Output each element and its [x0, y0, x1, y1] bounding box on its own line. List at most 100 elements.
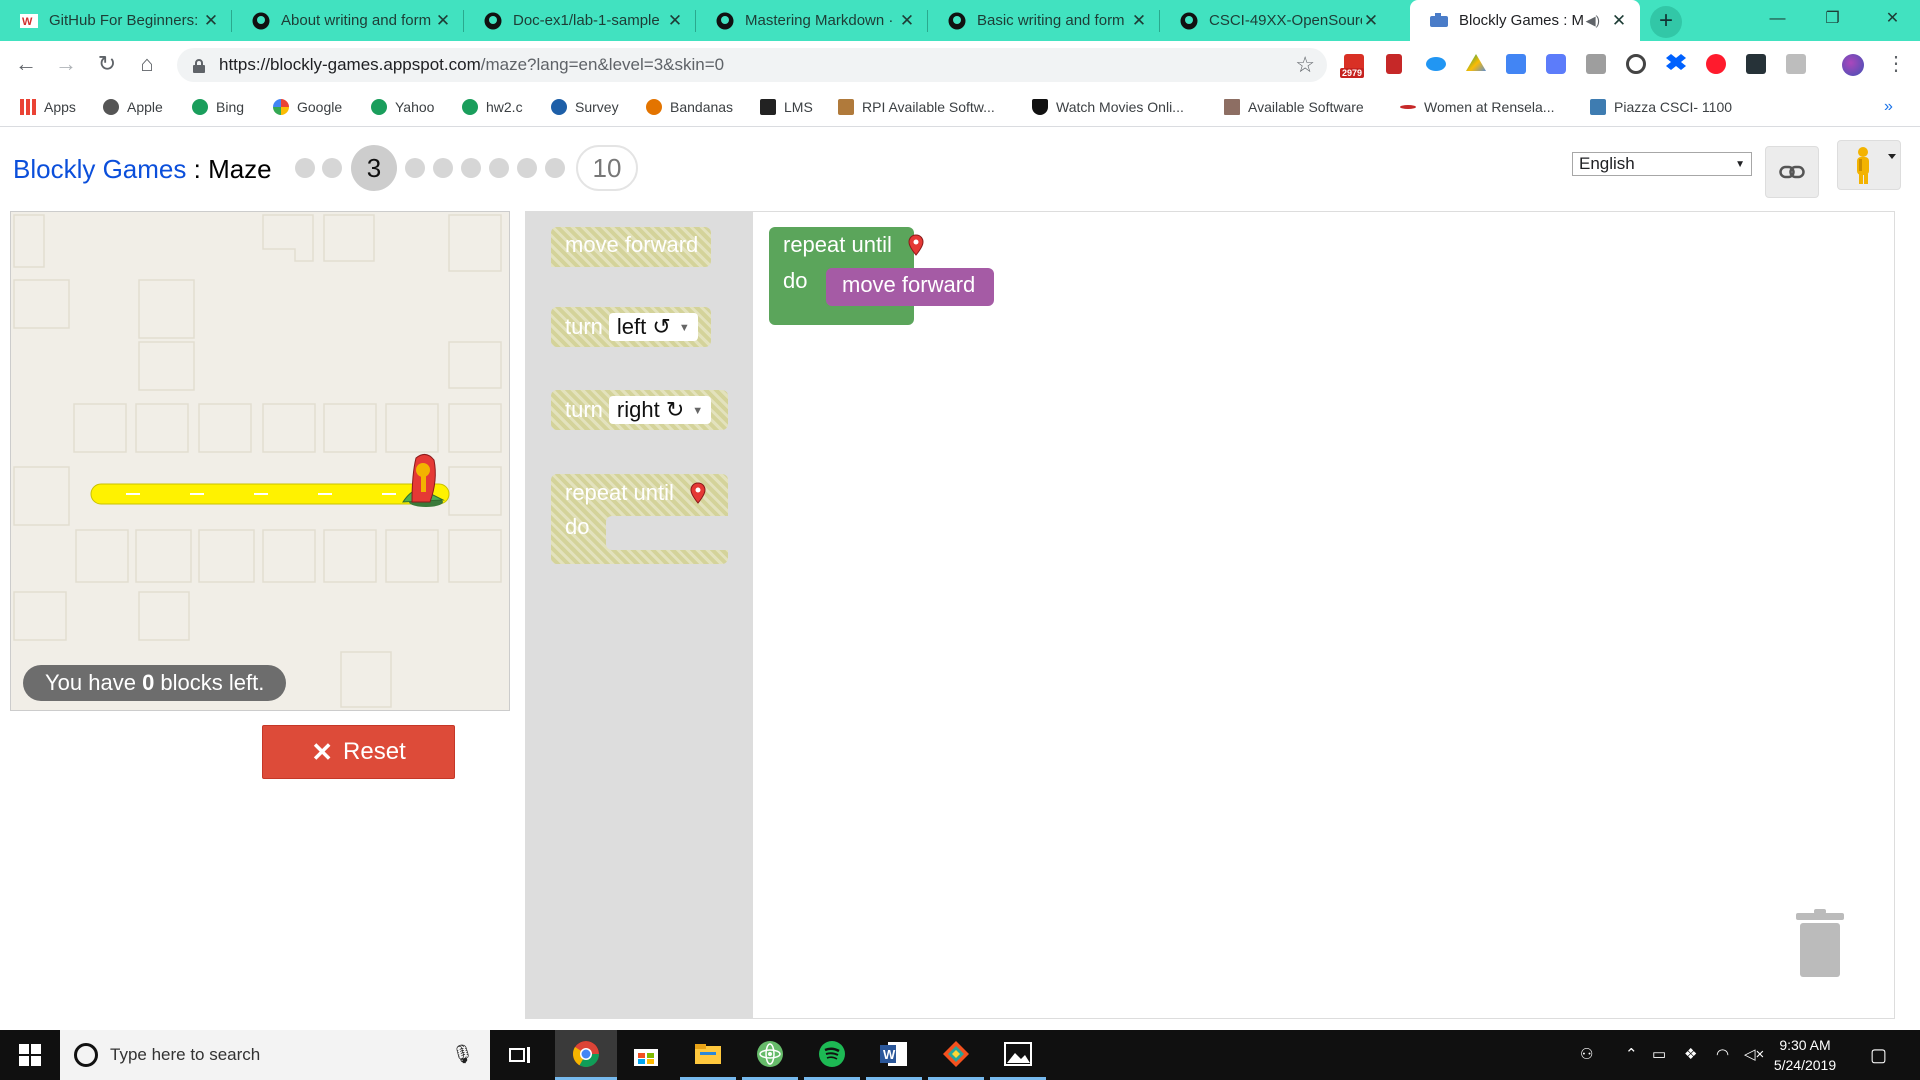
- language-select[interactable]: English ▼: [1572, 152, 1752, 176]
- task-view-icon[interactable]: [492, 1030, 548, 1080]
- windows-start-button[interactable]: [0, 1030, 60, 1080]
- speaker-icon[interactable]: ◀): [1586, 13, 1600, 29]
- level-1-dot[interactable]: [295, 158, 315, 178]
- chrome-taskbar-icon[interactable]: [555, 1030, 617, 1080]
- dropbox-icon[interactable]: [1666, 54, 1686, 70]
- trash-can-icon[interactable]: [1796, 909, 1844, 979]
- blockly-games-link[interactable]: Blockly Games: [13, 154, 186, 184]
- bookmark-survey[interactable]: Survey: [551, 96, 619, 118]
- drive-icon[interactable]: [1466, 54, 1486, 71]
- level-9-dot[interactable]: [545, 158, 565, 178]
- profile-avatar[interactable]: [1842, 54, 1864, 76]
- pegman-skin-button[interactable]: [1837, 140, 1901, 190]
- bookmark-label: Google: [297, 99, 343, 115]
- opera-icon[interactable]: [1706, 54, 1726, 74]
- close-window-icon[interactable]: ✕: [1865, 0, 1920, 41]
- reload-icon[interactable]: ↻: [93, 51, 121, 79]
- cloud-icon[interactable]: [1426, 57, 1446, 71]
- bookmark-google[interactable]: Google: [273, 96, 342, 118]
- gitkraken-icon[interactable]: [928, 1030, 984, 1080]
- photos-icon[interactable]: [990, 1030, 1046, 1080]
- bookmark-ext-icon[interactable]: [1386, 54, 1402, 74]
- taskbar-search-box[interactable]: Type here to search 🎙: [60, 1030, 490, 1080]
- store-icon[interactable]: [618, 1030, 674, 1080]
- toolbox-repeat-until-block[interactable]: repeat until do: [551, 474, 728, 564]
- bookmark-yahoo[interactable]: Yahoo: [371, 96, 434, 118]
- tab-about-writing[interactable]: About writing and form ✕: [232, 0, 464, 41]
- tab-title: GitHub For Beginners:: [49, 12, 199, 29]
- reset-button[interactable]: ✕ Reset: [262, 725, 455, 779]
- bookmark-star-icon[interactable]: ☆: [1295, 52, 1315, 78]
- puzzle-icon[interactable]: [1586, 54, 1606, 74]
- bookmark-available-software[interactable]: Available Software: [1224, 96, 1364, 118]
- word-icon[interactable]: W: [866, 1030, 922, 1080]
- tab-mastering-markdown[interactable]: Mastering Markdown · ✕: [696, 0, 928, 41]
- close-tab-icon[interactable]: ✕: [1130, 11, 1148, 31]
- bookmark-lms[interactable]: LMS: [760, 96, 813, 118]
- toolbox-turn-left-block[interactable]: turn left ↺ ▼: [551, 307, 711, 347]
- restore-icon[interactable]: ❐: [1805, 0, 1860, 41]
- survey-icon: [551, 99, 567, 115]
- blockly-workspace[interactable]: move forward turn left ↺ ▼ turn right ↻ ▼ re…: [525, 211, 1895, 1019]
- bookmark-piazza[interactable]: Piazza CSCI- 1100: [1590, 96, 1732, 118]
- spotify-icon[interactable]: [804, 1030, 860, 1080]
- toolbox-turn-right-block[interactable]: turn right ↻ ▼: [551, 390, 728, 430]
- people-icon[interactable]: ⚇: [1580, 1045, 1593, 1063]
- taskbar-clock[interactable]: 9:30 AM 5/24/2019: [1760, 1035, 1850, 1075]
- close-tab-icon[interactable]: ✕: [898, 11, 916, 31]
- bookmark-rpi-software[interactable]: RPI Available Softw...: [838, 96, 995, 118]
- minimize-icon[interactable]: —: [1750, 0, 1805, 41]
- level-5-dot[interactable]: [433, 158, 453, 178]
- level-6-dot[interactable]: [461, 158, 481, 178]
- home-icon[interactable]: ⌂: [133, 51, 161, 79]
- level-8-dot[interactable]: [517, 158, 537, 178]
- tab-github-beginners[interactable]: W GitHub For Beginners: ✕: [0, 0, 232, 41]
- address-bar[interactable]: https://blockly-games.appspot.com/maze?l…: [177, 48, 1327, 82]
- circle-ext-icon[interactable]: [1626, 54, 1646, 74]
- close-tab-icon[interactable]: ✕: [434, 11, 452, 31]
- close-tab-icon[interactable]: ✕: [1610, 11, 1628, 31]
- new-tab-button[interactable]: +: [1650, 6, 1682, 38]
- microphone-icon[interactable]: 🎙: [451, 1044, 474, 1065]
- bookmark-hw2c[interactable]: hw2.c: [462, 96, 523, 118]
- wifi-icon[interactable]: ◠: [1716, 1045, 1729, 1063]
- show-hidden-icons-icon[interactable]: ⌃: [1625, 1045, 1638, 1063]
- bookmark-bandanas[interactable]: Bandanas: [646, 96, 733, 118]
- level-2-dot[interactable]: [322, 158, 342, 178]
- notification-center-icon[interactable]: ▢: [1870, 1045, 1887, 1066]
- tab-csci-opensource[interactable]: CSCI-49XX-OpenSourc ✕: [1160, 0, 1392, 41]
- bookmark-bing[interactable]: Bing: [192, 96, 244, 118]
- atom-icon[interactable]: [742, 1030, 798, 1080]
- bookmark-women-rensselaer[interactable]: Women at Rensela...: [1400, 96, 1554, 118]
- bookmark-apps[interactable]: Apps: [20, 96, 76, 118]
- bookmark-watch-movies[interactable]: Watch Movies Onli...: [1032, 96, 1184, 118]
- level-10-button[interactable]: 10: [576, 145, 638, 191]
- file-explorer-icon[interactable]: [680, 1030, 736, 1080]
- camera-icon[interactable]: [1546, 54, 1566, 74]
- translate-icon[interactable]: [1506, 54, 1526, 74]
- bookmark-apple[interactable]: Apple: [103, 96, 163, 118]
- battery-icon[interactable]: ▭: [1652, 1045, 1666, 1063]
- program-move-forward-block[interactable]: move forward: [826, 268, 994, 306]
- dropbox-tray-icon[interactable]: ❖: [1684, 1045, 1697, 1063]
- forward-arrow-icon[interactable]: →: [52, 51, 80, 79]
- bookmarks-overflow-icon[interactable]: »: [1884, 96, 1893, 118]
- kebab-menu-icon[interactable]: ⋮: [1882, 51, 1910, 79]
- current-level-indicator[interactable]: 3: [351, 145, 397, 191]
- close-tab-icon[interactable]: ✕: [666, 11, 684, 31]
- direction-dropdown[interactable]: right ↻ ▼: [608, 396, 712, 424]
- media-icon[interactable]: [1746, 54, 1766, 74]
- close-tab-icon[interactable]: ✕: [202, 11, 220, 31]
- direction-dropdown[interactable]: left ↺ ▼: [608, 313, 698, 341]
- back-arrow-icon[interactable]: ←: [12, 51, 40, 79]
- blocks-left-count: 0: [142, 670, 155, 695]
- level-7-dot[interactable]: [489, 158, 509, 178]
- toolbox-move-forward-block[interactable]: move forward: [551, 227, 711, 267]
- tab-blockly-games[interactable]: Blockly Games : M ◀) ✕: [1410, 0, 1640, 41]
- close-tab-icon[interactable]: ✕: [1362, 11, 1380, 31]
- tab-doc-ex1[interactable]: Doc-ex1/lab-1-sample ✕: [464, 0, 696, 41]
- link-button[interactable]: [1765, 146, 1819, 198]
- rss-icon[interactable]: [1786, 54, 1806, 74]
- tab-basic-writing[interactable]: Basic writing and form ✕: [928, 0, 1160, 41]
- level-4-dot[interactable]: [405, 158, 425, 178]
